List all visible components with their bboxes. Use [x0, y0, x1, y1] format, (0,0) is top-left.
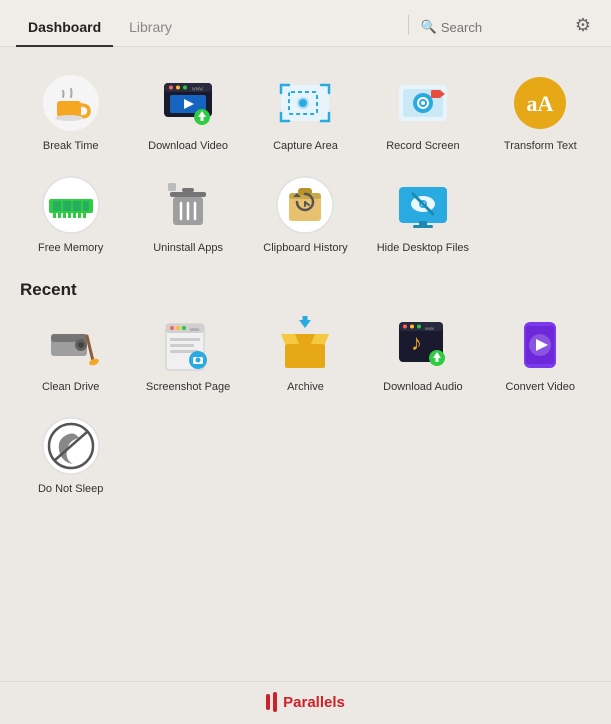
- do-not-sleep-icon: [41, 416, 101, 476]
- clipboard-history-label: Clipboard History: [263, 241, 347, 255]
- app-do-not-sleep[interactable]: Do Not Sleep: [12, 406, 129, 504]
- svg-text:www: www: [190, 327, 200, 333]
- main-content: Break Time www: [0, 47, 611, 681]
- app-capture-area[interactable]: Capture Area: [247, 63, 364, 161]
- header: Dashboard Library 🔍 ⚙: [0, 0, 611, 47]
- settings-button[interactable]: ⚙: [571, 15, 595, 44]
- break-time-icon: [41, 73, 101, 133]
- footer: Parallels: [0, 681, 611, 724]
- app-window: Dashboard Library 🔍 ⚙: [0, 0, 611, 724]
- app-download-audio[interactable]: www ♪ Download Audio: [364, 304, 481, 402]
- free-memory-icon: [41, 175, 101, 235]
- record-screen-icon: [393, 73, 453, 133]
- clipboard-history-icon: [275, 175, 335, 235]
- hide-desktop-icon: [393, 175, 453, 235]
- do-not-sleep-label: Do Not Sleep: [38, 482, 103, 496]
- tab-dashboard[interactable]: Dashboard: [16, 13, 113, 47]
- app-clean-drive[interactable]: Clean Drive: [12, 304, 129, 402]
- hide-desktop-files-label: Hide Desktop Files: [377, 241, 469, 255]
- capture-area-icon: [275, 73, 335, 133]
- search-icon: 🔍: [421, 19, 437, 35]
- app-hide-desktop-files[interactable]: Hide Desktop Files: [364, 165, 481, 263]
- uninstall-apps-label: Uninstall Apps: [153, 241, 223, 255]
- clean-drive-icon: [41, 314, 101, 374]
- svg-text:www: www: [192, 86, 203, 93]
- transform-text-icon: aA: [510, 73, 570, 133]
- convert-video-label: Convert Video: [506, 380, 576, 394]
- recent-section-label: Recent: [12, 280, 599, 300]
- app-archive[interactable]: Archive: [247, 304, 364, 402]
- parallels-brand: Parallels: [266, 692, 345, 712]
- break-time-label: Break Time: [43, 139, 99, 153]
- download-video-label: Download Video: [148, 139, 228, 153]
- record-screen-label: Record Screen: [386, 139, 459, 153]
- uninstall-apps-icon: [158, 175, 218, 235]
- app-free-memory[interactable]: Free Memory: [12, 165, 129, 263]
- apps-grid: Break Time www: [12, 63, 599, 264]
- screenshot-page-label: Screenshot Page: [146, 380, 230, 394]
- app-break-time[interactable]: Break Time: [12, 63, 129, 161]
- convert-video-icon: [510, 314, 570, 374]
- svg-text:www: www: [425, 326, 435, 332]
- screenshot-page-icon: www: [158, 314, 218, 374]
- tab-library[interactable]: Library: [117, 13, 184, 47]
- divider: [408, 15, 409, 35]
- tab-bar: Dashboard Library: [16, 12, 400, 46]
- free-memory-label: Free Memory: [38, 241, 103, 255]
- app-clipboard-history[interactable]: Clipboard History: [247, 165, 364, 263]
- app-convert-video[interactable]: Convert Video: [482, 304, 599, 402]
- transform-text-label: Transform Text: [504, 139, 577, 153]
- svg-text:♪: ♪: [411, 330, 422, 355]
- search-box: 🔍: [417, 15, 571, 43]
- app-transform-text[interactable]: aA Transform Text: [482, 63, 599, 161]
- svg-text:aA: aA: [527, 91, 554, 116]
- recent-apps-grid: Clean Drive www: [12, 304, 599, 505]
- download-audio-icon: www ♪: [393, 314, 453, 374]
- clean-drive-label: Clean Drive: [42, 380, 99, 394]
- app-uninstall-apps[interactable]: Uninstall Apps: [129, 165, 246, 263]
- capture-area-label: Capture Area: [273, 139, 338, 153]
- app-screenshot-page[interactable]: www Screenshot Page: [129, 304, 246, 402]
- download-video-icon: www: [158, 73, 218, 133]
- app-download-video[interactable]: www Download Video: [129, 63, 246, 161]
- archive-label: Archive: [287, 380, 324, 394]
- download-audio-label: Download Audio: [383, 380, 463, 394]
- app-record-screen[interactable]: Record Screen: [364, 63, 481, 161]
- parallels-logo-icon: [266, 692, 277, 712]
- parallels-brand-text: Parallels: [283, 694, 345, 711]
- archive-icon: [275, 314, 335, 374]
- search-input[interactable]: [441, 20, 561, 35]
